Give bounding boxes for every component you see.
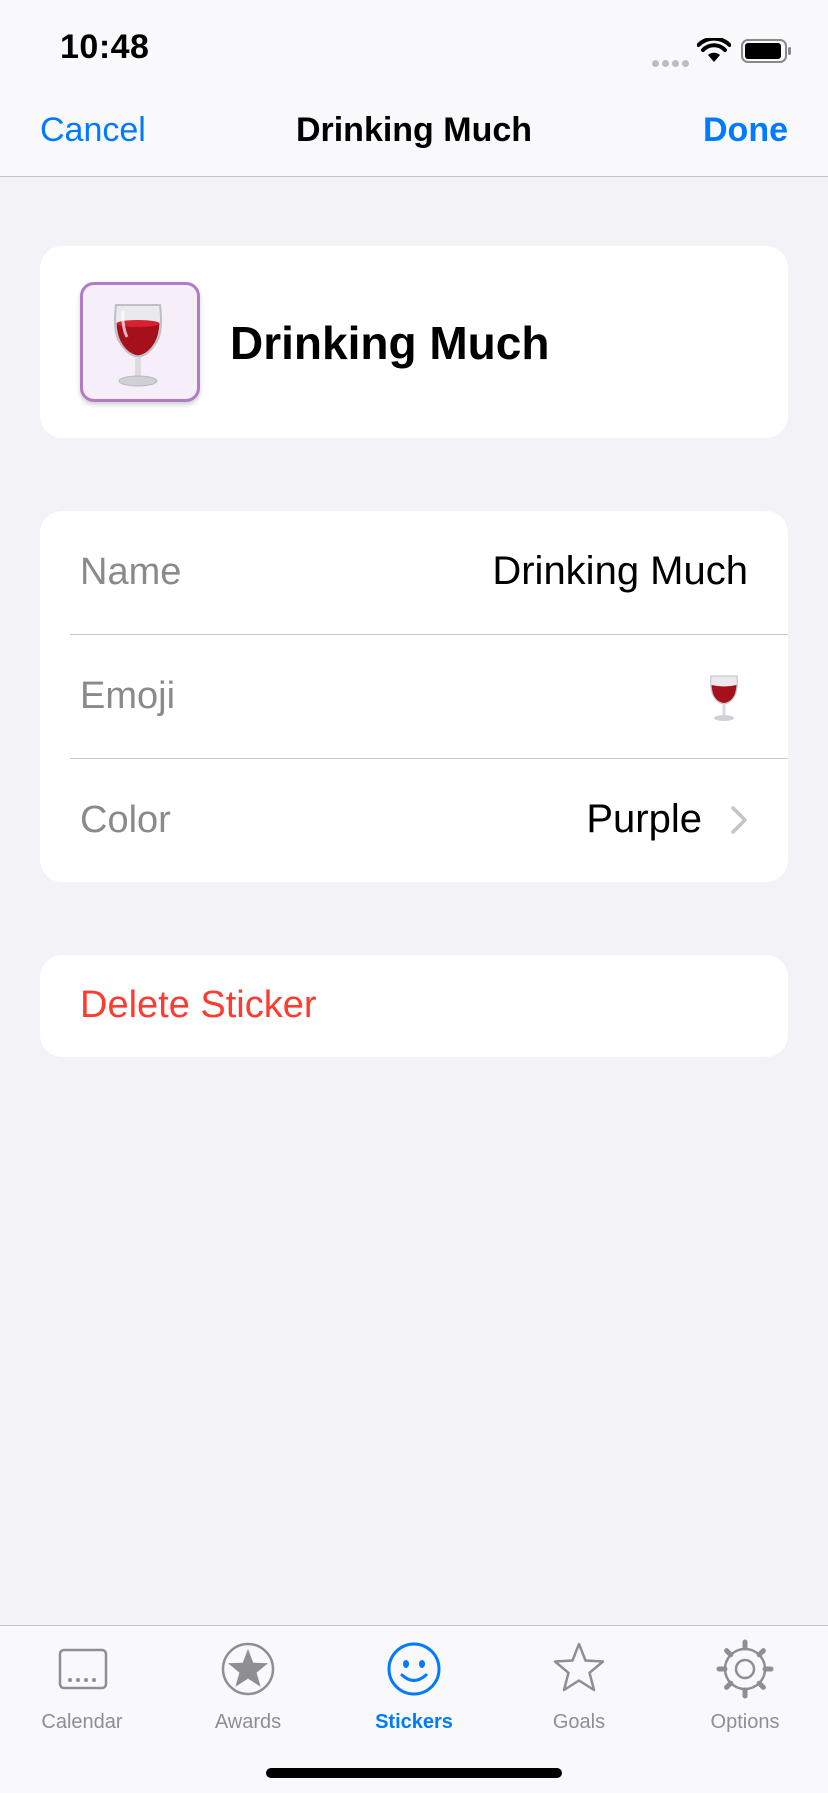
- sticker-tile: [80, 282, 200, 402]
- status-time: 10:48: [60, 28, 150, 66]
- tab-awards[interactable]: Awards: [178, 1636, 318, 1734]
- sticker-preview-card: Drinking Much: [40, 246, 788, 438]
- delete-sticker-button[interactable]: Delete Sticker: [80, 984, 317, 1027]
- tab-goals[interactable]: Goals: [509, 1636, 649, 1734]
- emoji-label: Emoji: [80, 675, 176, 717]
- done-button[interactable]: Done: [703, 111, 788, 150]
- battery-icon: [741, 39, 791, 63]
- status-bar: 10:48: [0, 0, 828, 100]
- star-outline-icon: [553, 1642, 605, 1692]
- sticker-form: Name Drinking Much Emoji Color Purple: [40, 511, 788, 882]
- chevron-right-icon: [731, 806, 747, 834]
- tab-calendar[interactable]: Calendar: [12, 1636, 152, 1734]
- color-label: Color: [80, 799, 171, 841]
- smiley-icon: [387, 1642, 441, 1696]
- calendar-icon: [58, 1648, 108, 1690]
- wine-glass-icon: [114, 304, 162, 387]
- tab-label: Goals: [552, 1711, 606, 1733]
- sticker-name-heading: Drinking Much: [230, 317, 550, 369]
- tab-stickers[interactable]: Stickers: [344, 1636, 484, 1734]
- tab-label: Calendar: [41, 1711, 123, 1733]
- color-value: Purple: [586, 797, 702, 841]
- gear-icon: [716, 1639, 774, 1699]
- color-row[interactable]: Color Purple: [40, 759, 788, 882]
- emoji-row[interactable]: Emoji: [40, 635, 788, 759]
- name-label: Name: [80, 551, 182, 593]
- home-indicator: [266, 1768, 562, 1778]
- name-row[interactable]: Name Drinking Much: [40, 511, 788, 635]
- delete-sticker-cell[interactable]: Delete Sticker: [40, 955, 788, 1057]
- tab-options[interactable]: Options: [675, 1636, 815, 1734]
- tab-label: Awards: [214, 1711, 282, 1733]
- name-value: Drinking Much: [492, 549, 748, 593]
- navigation-bar: Cancel Drinking Much Done: [0, 100, 828, 177]
- wine-glass-emoji: [710, 675, 738, 721]
- award-star-icon: [221, 1642, 275, 1696]
- wifi-icon: [697, 38, 731, 62]
- tab-label: Options: [710, 1711, 780, 1733]
- cellular-signal-icon: [652, 54, 692, 72]
- tab-label: Stickers: [375, 1711, 453, 1733]
